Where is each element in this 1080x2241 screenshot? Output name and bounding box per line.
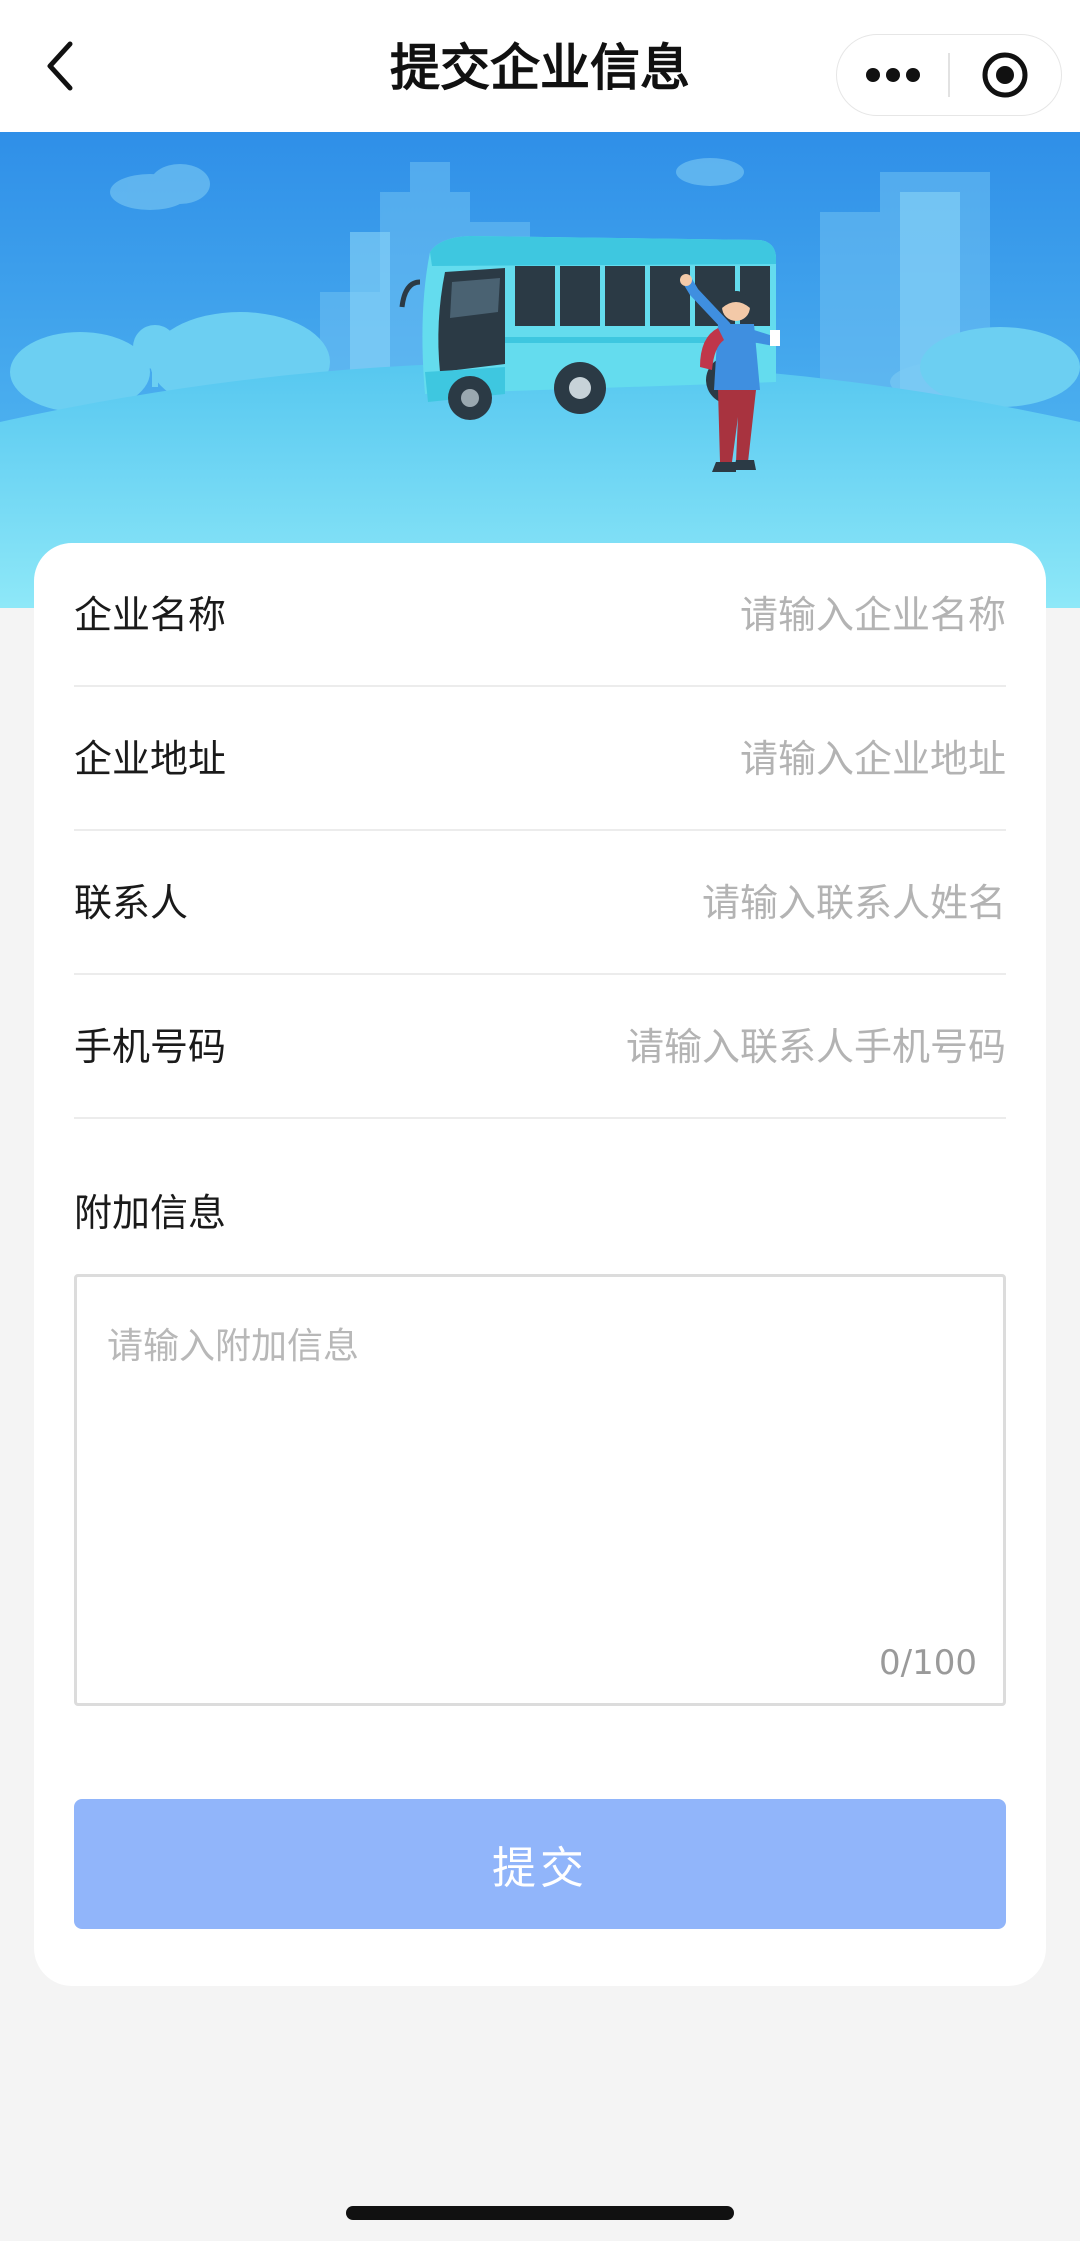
navigation-bar: 提交企业信息: [0, 0, 1080, 132]
more-button[interactable]: [837, 34, 948, 116]
phone-number-label: 手机号码: [74, 1025, 227, 1069]
mini-program-capsule: [836, 34, 1062, 116]
char-counter: 0/100: [879, 1643, 977, 1683]
home-indicator: [346, 2206, 734, 2220]
form-row-contact-person: 联系人: [74, 831, 1006, 975]
submit-button[interactable]: 提交: [74, 1799, 1006, 1929]
bus-illustration: [0, 132, 1080, 608]
contact-person-input[interactable]: [446, 875, 1006, 931]
banner-illustration: [0, 132, 1080, 608]
company-name-label: 企业名称: [74, 593, 227, 637]
contact-person-label: 联系人: [74, 881, 189, 925]
enterprise-form-card: 企业名称 企业地址 联系人 手机号码 附加信息 0/100 提交: [34, 543, 1046, 1986]
company-address-label: 企业地址: [74, 737, 227, 781]
extra-info-textarea[interactable]: [77, 1277, 1003, 1703]
target-circle-icon: [982, 52, 1028, 98]
form-row-phone-number: 手机号码: [74, 975, 1006, 1119]
close-button[interactable]: [950, 34, 1061, 116]
company-address-input[interactable]: [446, 731, 1006, 787]
more-dots-icon: [865, 68, 920, 82]
company-name-input[interactable]: [446, 587, 1006, 643]
form-row-company-name: 企业名称: [74, 543, 1006, 687]
extra-info-box: 0/100: [74, 1274, 1006, 1706]
extra-info-label: 附加信息: [74, 1191, 227, 1235]
phone-number-input[interactable]: [446, 1019, 1006, 1075]
form-row-company-address: 企业地址: [74, 687, 1006, 831]
